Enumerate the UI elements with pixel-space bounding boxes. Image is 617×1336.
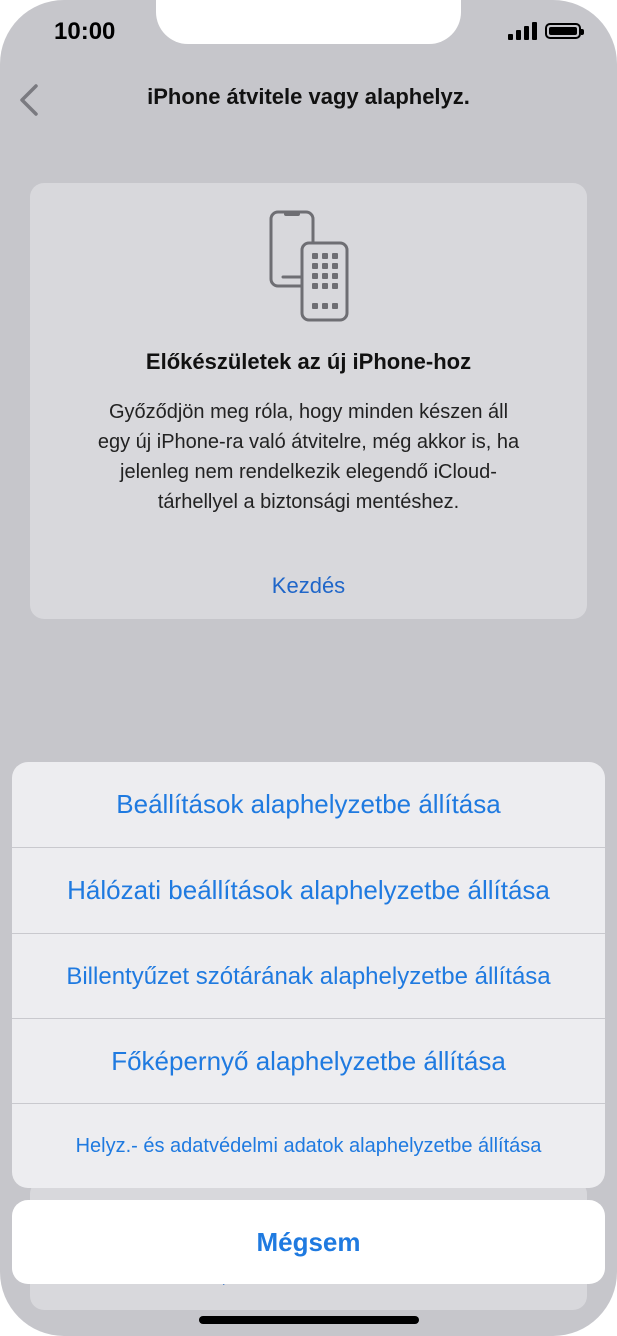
reset-location-privacy-button[interactable]: Helyz.- és adatvédelmi adatok alaphelyze… [12, 1104, 605, 1188]
notch [156, 0, 461, 44]
card-text-line: jelenleg nem rendelkezik elegendő iCloud… [120, 461, 497, 483]
reset-settings-button[interactable]: Beállítások alaphelyzetbe állítása [12, 762, 605, 847]
status-icons [508, 22, 584, 40]
cancel-button[interactable]: Mégsem [12, 1200, 605, 1284]
card-description: Győződjön meg róla, hogy minden készen á… [66, 397, 551, 517]
transfer-phones-icon [269, 210, 349, 322]
battery-icon [545, 23, 584, 39]
get-started-link[interactable]: Kezdés [30, 573, 587, 599]
card-title: Előkészületek az új iPhone-hoz [145, 349, 472, 374]
reset-home-screen-button[interactable]: Főképernyő alaphelyzetbe állítása [12, 1019, 605, 1104]
card-text-line: Győződjön meg róla, hogy minden készen á… [108, 401, 509, 423]
card-text-line: tárhellyel a biztonsági mentéshez. [157, 491, 460, 513]
status-time: 10:00 [54, 18, 116, 45]
cellular-signal-icon [508, 22, 537, 40]
new-iphone-card: Előkészületek az új iPhone-hoz Győződjön… [30, 183, 587, 619]
reset-keyboard-dictionary-button[interactable]: Billentyűzet szótárának alaphelyzetbe ál… [12, 934, 605, 1019]
reset-action-sheet: Beállítások alaphelyzetbe állítása Hálóz… [12, 762, 605, 1188]
card-text-line: egy új iPhone-ra való átvitelre, még akk… [97, 431, 520, 453]
page-title: iPhone átvitele vagy alaphelyz. [147, 84, 470, 109]
home-indicator[interactable] [199, 1316, 419, 1324]
reset-network-settings-button[interactable]: Hálózati beállítások alaphelyzetbe állít… [12, 848, 605, 933]
device-screen: 10:00 iPhone átvitele vagy alaphelyz. El… [0, 0, 617, 1336]
